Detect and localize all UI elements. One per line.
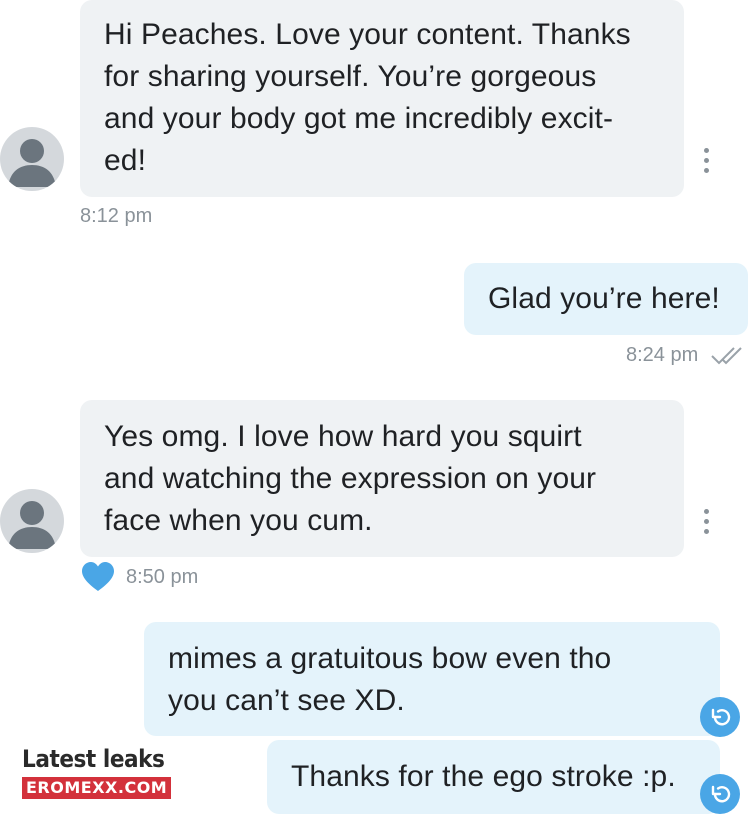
watermark-title: Latest leaks [22,745,165,773]
default-avatar-icon [8,139,56,187]
double-check-icon [710,344,748,366]
message-text: Yes omg. I love how hard you squirt and … [104,420,597,537]
message-bubble-incoming[interactable]: Yes omg. I love how hard you squirt and … [80,400,684,557]
message-options-icon[interactable] [702,148,710,173]
message-options-icon[interactable] [702,509,710,534]
message-text: Thanks for the ego stroke :p. [291,760,676,793]
message-bubble-outgoing[interactable]: mimes a gratuitous bow even tho you can’… [144,622,720,736]
undo-icon[interactable] [700,774,740,814]
heart-icon[interactable] [81,561,115,593]
default-avatar-icon [8,501,56,549]
message-bubble-outgoing[interactable]: Thanks for the ego stroke :p. [267,740,720,814]
message-text: Glad you’re here! [488,282,720,315]
watermark: Latest leaks EROMEXX.COM [22,745,180,799]
message-timestamp: 8:12 pm [80,205,153,227]
watermark-site: EROMEXX.COM [22,777,172,799]
message-bubble-incoming[interactable]: Hi Peaches. Love your content. Thanks fo… [80,0,684,197]
message-bubble-outgoing[interactable]: Glad you’re here! [464,263,748,335]
message-timestamp: 8:50 pm [126,566,199,588]
sender-avatar[interactable] [0,127,64,191]
sender-avatar[interactable] [0,489,64,553]
undo-icon[interactable] [700,697,740,737]
message-text: Hi Peaches. Love your content. Thanks fo… [104,18,631,177]
message-text: mimes a gratuitous bow even tho you can’… [168,642,612,717]
message-timestamp: 8:24 pm [626,344,699,366]
